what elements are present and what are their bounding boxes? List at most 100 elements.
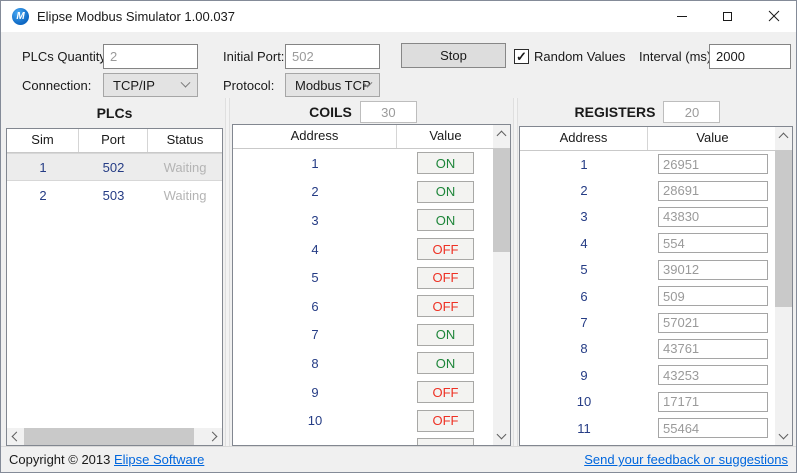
scroll-down-icon bbox=[778, 429, 789, 440]
plcs-quantity-input[interactable] bbox=[103, 44, 198, 69]
plc-row[interactable]: 2 503 Waiting bbox=[7, 181, 222, 209]
coils-table-header: Address Value bbox=[233, 125, 510, 149]
coil-row: 2 ON bbox=[233, 178, 510, 207]
plcs-coils-splitter[interactable] bbox=[225, 98, 230, 446]
copyright-label: Copyright © 2013 bbox=[9, 452, 114, 467]
coils-vertical-scrollbar[interactable] bbox=[493, 125, 510, 445]
register-row: 11 bbox=[520, 415, 792, 441]
register-address: 5 bbox=[580, 262, 588, 278]
registers-rows: 1 2 3 4 5 6 7 8 9 10 bbox=[520, 151, 792, 441]
plcs-horizontal-scrollbar[interactable] bbox=[7, 428, 222, 445]
plcs-col-sim[interactable]: Sim bbox=[7, 129, 79, 152]
coil-toggle-button[interactable]: ON bbox=[417, 180, 474, 203]
register-value-input[interactable] bbox=[658, 312, 768, 333]
coil-toggle-button[interactable]: ON bbox=[417, 152, 474, 175]
maximize-icon bbox=[723, 11, 732, 21]
register-value-input[interactable] bbox=[658, 180, 768, 201]
feedback-link[interactable]: Send your feedback or suggestions bbox=[584, 452, 788, 467]
plc-row[interactable]: 1 502 Waiting bbox=[7, 153, 222, 181]
random-values-checkbox[interactable]: ✓ bbox=[514, 49, 529, 64]
coil-toggle-button[interactable]: ON bbox=[417, 323, 474, 346]
register-value-input[interactable] bbox=[658, 206, 768, 227]
registers-count-input[interactable] bbox=[663, 101, 721, 123]
plcs-rows: 1 502 Waiting 2 503 Waiting bbox=[7, 153, 222, 209]
register-value-input[interactable] bbox=[658, 391, 768, 412]
coil-toggle-button[interactable]: OFF bbox=[417, 238, 474, 261]
coils-col-value[interactable]: Value bbox=[397, 125, 494, 148]
coil-row: 7 ON bbox=[233, 321, 510, 350]
initial-port-label: Initial Port: bbox=[223, 49, 285, 64]
register-row: 4 bbox=[520, 230, 792, 256]
coils-registers-splitter[interactable] bbox=[513, 98, 518, 446]
connection-value: TCP/IP bbox=[113, 77, 155, 93]
register-row: 1 bbox=[520, 151, 792, 177]
scrollbar-thumb[interactable] bbox=[493, 148, 510, 252]
register-address: 11 bbox=[577, 420, 591, 436]
coil-toggle-button[interactable]: OFF bbox=[417, 266, 474, 289]
maximize-button[interactable] bbox=[705, 1, 750, 31]
minimize-icon bbox=[676, 15, 687, 17]
stop-button[interactable]: Stop bbox=[401, 43, 506, 68]
protocol-value: Modbus TCP bbox=[295, 77, 371, 93]
close-button[interactable] bbox=[751, 1, 796, 31]
register-row: 9 bbox=[520, 362, 792, 388]
registers-table-header: Address Value bbox=[520, 127, 792, 151]
coil-toggle-button[interactable]: OFF bbox=[417, 409, 474, 432]
plcs-col-port[interactable]: Port bbox=[79, 129, 148, 152]
coil-toggle-button[interactable] bbox=[417, 438, 474, 445]
register-address: 9 bbox=[580, 367, 588, 383]
protocol-dropdown[interactable]: Modbus TCP bbox=[285, 73, 380, 97]
interval-input[interactable] bbox=[709, 44, 791, 69]
plc-port: 502 bbox=[102, 159, 125, 175]
registers-section-header: REGISTERS bbox=[519, 101, 776, 123]
scrollbar-thumb[interactable] bbox=[775, 150, 792, 307]
coil-address: 7 bbox=[311, 327, 319, 343]
elipse-software-link[interactable]: Elipse Software bbox=[114, 452, 204, 467]
coil-address: 10 bbox=[307, 413, 323, 429]
registers-col-address[interactable]: Address bbox=[520, 127, 648, 150]
register-value-input[interactable] bbox=[658, 286, 768, 307]
coils-section-header: COILS bbox=[232, 101, 494, 123]
scroll-down-icon bbox=[496, 429, 507, 440]
coil-toggle-button[interactable]: OFF bbox=[417, 381, 474, 404]
plcs-section-title: PLCs bbox=[96, 105, 133, 121]
app-logo-icon: M bbox=[12, 8, 29, 25]
register-value-input[interactable] bbox=[658, 233, 768, 254]
connection-dropdown[interactable]: TCP/IP bbox=[103, 73, 198, 97]
coil-address: 5 bbox=[311, 270, 319, 286]
register-value-input[interactable] bbox=[658, 365, 768, 386]
window-title: Elipse Modbus Simulator 1.00.037 bbox=[37, 9, 236, 24]
coil-row-partial bbox=[233, 435, 510, 445]
register-value-input[interactable] bbox=[658, 338, 768, 359]
register-address: 6 bbox=[580, 288, 588, 304]
registers-col-value[interactable]: Value bbox=[648, 127, 777, 150]
plcs-table-header: Sim Port Status bbox=[7, 129, 222, 153]
register-value-input[interactable] bbox=[658, 418, 768, 439]
random-values-label: Random Values bbox=[534, 49, 626, 64]
plcs-quantity-label: PLCs Quantity: bbox=[22, 49, 110, 64]
coil-toggle-button[interactable]: OFF bbox=[417, 295, 474, 318]
coils-col-address[interactable]: Address bbox=[233, 125, 397, 148]
plcs-col-status[interactable]: Status bbox=[148, 129, 222, 152]
protocol-label: Protocol: bbox=[223, 78, 275, 93]
copyright-text: Copyright © 2013 Elipse Software bbox=[9, 452, 204, 467]
register-value-input[interactable] bbox=[658, 154, 768, 175]
coil-row: 6 OFF bbox=[233, 292, 510, 321]
plcs-table: Sim Port Status 1 502 Waiting 2 503 Wait… bbox=[6, 128, 223, 446]
register-row: 6 bbox=[520, 283, 792, 309]
initial-port-input[interactable] bbox=[285, 44, 380, 69]
coil-toggle-button[interactable]: ON bbox=[417, 209, 474, 232]
interval-label: Interval (ms): bbox=[639, 49, 715, 64]
coils-count-input[interactable] bbox=[359, 101, 417, 123]
scrollbar-thumb[interactable] bbox=[24, 428, 194, 445]
title-bar: M Elipse Modbus Simulator 1.00.037 bbox=[1, 1, 796, 32]
registers-vertical-scrollbar[interactable] bbox=[775, 127, 792, 445]
coil-toggle-button[interactable]: ON bbox=[417, 352, 474, 375]
registers-table: Address Value 1 2 3 4 5 6 7 8 9 bbox=[519, 126, 793, 446]
minimize-button[interactable] bbox=[659, 1, 704, 31]
register-address: 4 bbox=[580, 235, 588, 251]
coil-row: 9 OFF bbox=[233, 378, 510, 407]
register-address: 2 bbox=[580, 183, 588, 199]
register-value-input[interactable] bbox=[658, 259, 768, 280]
register-address: 10 bbox=[576, 394, 592, 410]
